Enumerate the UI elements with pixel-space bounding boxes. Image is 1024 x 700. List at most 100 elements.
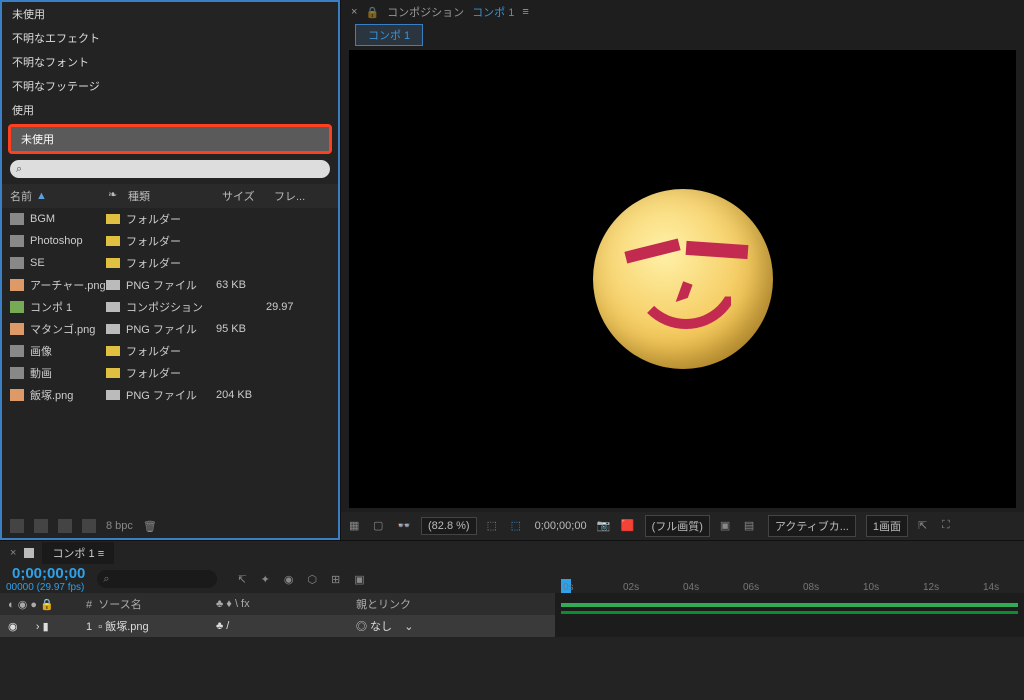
- filter-dropdown: 未使用 不明なエフェクト 不明なフォント 不明なフッテージ 使用 未使用: [2, 2, 338, 158]
- item-type: フォルダー: [126, 255, 216, 271]
- project-item[interactable]: SEフォルダー: [2, 252, 338, 274]
- label-swatch[interactable]: [106, 390, 120, 400]
- col-source-name[interactable]: # ソース名: [86, 596, 216, 612]
- project-item[interactable]: 動画フォルダー: [2, 362, 338, 384]
- panel-menu-icon[interactable]: ≡: [98, 548, 104, 560]
- item-size: 63 KB: [216, 279, 266, 291]
- views-dropdown[interactable]: 1画面: [866, 515, 908, 537]
- interpret-footage-icon[interactable]: [10, 519, 24, 533]
- item-name: Photoshop: [30, 235, 83, 247]
- time-ruler[interactable]: 0s02s04s06s08s10s12s14s: [555, 565, 1024, 593]
- layer-name[interactable]: 1 ▫ 飯塚.png: [86, 618, 216, 634]
- trash-icon[interactable]: 🗑: [143, 520, 157, 533]
- composition-viewer[interactable]: [349, 50, 1016, 508]
- render-icon[interactable]: ▣: [354, 573, 364, 586]
- col-name[interactable]: 名前▲: [10, 188, 106, 204]
- guide-icon[interactable]: ▤: [744, 519, 758, 533]
- timeline-search-input[interactable]: ⌕: [97, 570, 217, 588]
- current-time[interactable]: 0;00;00;00: [535, 520, 587, 532]
- roi-icon[interactable]: ▣: [720, 519, 734, 533]
- expand-icon[interactable]: ⇱: [918, 519, 932, 533]
- current-timecode[interactable]: 0;00;00;00: [12, 565, 85, 582]
- shy-icon[interactable]: ↸: [237, 573, 246, 586]
- ruler-tick: 04s: [683, 582, 699, 593]
- project-search-input[interactable]: ⌕: [10, 160, 330, 178]
- viewer-footer-bar: ▦ ▢ 👓 (82.8 %) ⬚ ⬚ 0;00;00;00 📷 🟥 (フル画質)…: [341, 512, 1024, 540]
- col-switches[interactable]: ♣ ♦ \ fx: [216, 598, 356, 610]
- project-item[interactable]: マタンゴ.pngPNG ファイル95 KB: [2, 318, 338, 340]
- expand2-icon[interactable]: ⛶: [942, 519, 956, 533]
- filter-item[interactable]: 不明なフォント: [2, 50, 338, 74]
- panel-menu-icon[interactable]: ≡: [522, 6, 528, 18]
- project-item[interactable]: コンポ 1コンポジション29.97: [2, 296, 338, 318]
- filter-item[interactable]: 不明なフッテージ: [2, 74, 338, 98]
- comp-panel-header: × 🔒 コンポジション コンポ 1 ≡: [341, 0, 1024, 24]
- camera-dropdown[interactable]: アクティブカ...: [768, 515, 856, 537]
- ruler-tick: 12s: [923, 582, 939, 593]
- timeline-layer-row[interactable]: ◉ › ▮ 1 ▫ 飯塚.png ♣ / ◎ なし ⌄: [0, 615, 555, 637]
- label-swatch[interactable]: [106, 236, 120, 246]
- item-type: フォルダー: [126, 365, 216, 381]
- item-type-icon: [10, 323, 24, 335]
- motion-blur-icon[interactable]: ◉: [284, 573, 294, 586]
- filter-header[interactable]: 未使用: [2, 2, 338, 26]
- comp-tab[interactable]: コンポ 1: [355, 24, 423, 46]
- comp-name-link[interactable]: コンポ 1: [472, 4, 514, 20]
- close-icon[interactable]: ×: [10, 547, 16, 559]
- col-parent[interactable]: 親とリンク: [356, 596, 486, 612]
- label-swatch[interactable]: [106, 324, 120, 334]
- close-icon[interactable]: ×: [351, 6, 357, 18]
- lock-icon[interactable]: 🔒: [365, 6, 379, 19]
- label-swatch[interactable]: [106, 280, 120, 290]
- project-column-header: 名前▲ ❧ 種類 サイズ フレ...: [2, 184, 338, 208]
- label-swatch[interactable]: [106, 258, 120, 268]
- toggle-transparency-icon[interactable]: ▢: [373, 519, 387, 533]
- project-item[interactable]: アーチャー.pngPNG ファイル63 KB: [2, 274, 338, 296]
- new-comp-icon[interactable]: [58, 519, 72, 533]
- project-item[interactable]: 画像フォルダー: [2, 340, 338, 362]
- filter-item[interactable]: 不明なエフェクト: [2, 26, 338, 50]
- adjust-icon[interactable]: [82, 519, 96, 533]
- layer-switches[interactable]: ♣ /: [216, 620, 356, 632]
- zoom-dropdown[interactable]: (82.8 %): [421, 517, 477, 535]
- resolution-icon[interactable]: ⬚: [487, 519, 501, 533]
- frame-rate-label: 00000 (29.97 fps): [6, 582, 85, 593]
- layer-parent-dropdown[interactable]: ◎ なし ⌄: [356, 618, 486, 634]
- bpc-label[interactable]: 8 bpc: [106, 520, 133, 532]
- quality-dropdown[interactable]: (フル画質): [645, 515, 710, 537]
- new-folder-icon[interactable]: [34, 519, 48, 533]
- label-swatch[interactable]: [106, 346, 120, 356]
- brainstorm-icon[interactable]: ⊞: [331, 573, 340, 586]
- item-name: 画像: [30, 343, 52, 359]
- grid-icon[interactable]: ▦: [349, 519, 363, 533]
- col-size[interactable]: サイズ: [222, 188, 272, 204]
- project-item[interactable]: 飯塚.pngPNG ファイル204 KB: [2, 384, 338, 406]
- project-list: BGMフォルダーPhotoshopフォルダーSEフォルダーアーチャー.pngPN…: [2, 208, 338, 514]
- label-swatch[interactable]: [106, 302, 120, 312]
- graph-icon[interactable]: ⬡: [307, 573, 317, 586]
- filter-item[interactable]: 使用: [2, 98, 338, 122]
- mask-icon[interactable]: 👓: [397, 519, 411, 533]
- col-fps[interactable]: フレ...: [274, 188, 330, 204]
- timeline-tab[interactable]: コンポ 1 ≡: [42, 542, 114, 564]
- swatch-icon: [24, 548, 34, 558]
- region-icon[interactable]: ⬚: [511, 519, 525, 533]
- filter-item-selected[interactable]: 未使用: [11, 127, 329, 151]
- timeline-ruler-area[interactable]: 0s02s04s06s08s10s12s14s: [555, 565, 1024, 637]
- project-item[interactable]: BGMフォルダー: [2, 208, 338, 230]
- item-type: PNG ファイル: [126, 321, 216, 337]
- col-type[interactable]: 種類: [128, 188, 220, 204]
- label-swatch[interactable]: [106, 368, 120, 378]
- fx-icon[interactable]: ✦: [261, 573, 270, 586]
- col-tag[interactable]: ❧: [108, 188, 126, 204]
- work-area-bar[interactable]: [561, 603, 1018, 607]
- channel-icon[interactable]: 🟥: [621, 519, 635, 533]
- layer-bar[interactable]: [561, 611, 1018, 614]
- timeline-tracks[interactable]: [555, 593, 1024, 637]
- snapshot-icon[interactable]: 📷: [597, 519, 611, 533]
- toggle-switches[interactable]: ◐ ◉ ● 🔒: [8, 598, 86, 611]
- label-swatch[interactable]: [106, 214, 120, 224]
- project-item[interactable]: Photoshopフォルダー: [2, 230, 338, 252]
- layer-toggles[interactable]: ◉ › ▮: [8, 620, 86, 633]
- item-type: フォルダー: [126, 211, 216, 227]
